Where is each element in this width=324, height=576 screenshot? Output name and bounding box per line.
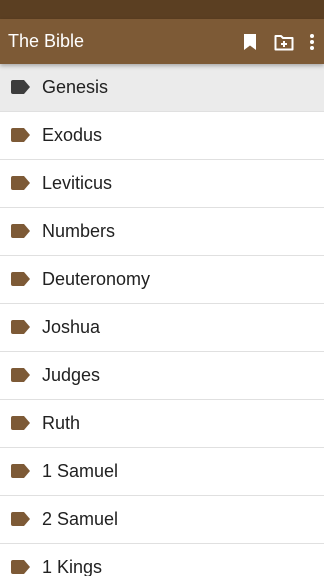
label-tag-icon	[11, 224, 31, 238]
book-list-item[interactable]: Numbers	[0, 208, 324, 256]
label-tag-icon	[11, 80, 31, 94]
book-label: Numbers	[42, 221, 116, 241]
add-note-icon	[274, 33, 294, 51]
book-label: Leviticus	[42, 173, 113, 193]
book-label: 1 Kings	[42, 557, 103, 576]
label-tag-icon	[11, 512, 31, 526]
book-list-item[interactable]: Ruth	[0, 400, 324, 448]
book-list: Genesis Exodus Leviticus Numbers Deuteronomy…	[0, 64, 324, 576]
book-list-item[interactable]: Joshua	[0, 304, 324, 352]
book-list-item[interactable]: 1 Samuel	[0, 448, 324, 496]
label-tag-icon	[11, 464, 31, 478]
book-list-item[interactable]: Leviticus	[0, 160, 324, 208]
book-label: 1 Samuel	[42, 461, 119, 481]
app-bar: The Bible	[0, 19, 324, 64]
bookmark-button[interactable]	[238, 30, 262, 54]
book-label: Genesis	[42, 77, 109, 97]
label-tag-icon	[11, 320, 31, 334]
label-tag-icon	[11, 176, 31, 190]
add-note-button[interactable]	[272, 30, 296, 54]
book-label: 2 Samuel	[42, 509, 119, 529]
book-label: Joshua	[42, 317, 101, 337]
app-title: The Bible	[8, 31, 85, 51]
status-bar	[0, 0, 324, 19]
book-label: Exodus	[42, 125, 103, 145]
book-list-item[interactable]: 2 Samuel	[0, 496, 324, 544]
book-label: Deuteronomy	[42, 269, 151, 289]
book-list-item[interactable]: Genesis	[0, 64, 324, 112]
book-label: Judges	[42, 365, 101, 385]
more-vert-icon	[309, 33, 315, 51]
label-tag-icon	[11, 368, 31, 382]
label-tag-icon	[11, 128, 31, 142]
bookmark-icon	[243, 33, 257, 51]
label-tag-icon	[11, 272, 31, 286]
more-options-button[interactable]	[302, 30, 322, 54]
book-list-item[interactable]: 1 Kings	[0, 544, 324, 576]
book-list-item[interactable]: Exodus	[0, 112, 324, 160]
book-list-item[interactable]: Judges	[0, 352, 324, 400]
label-tag-icon	[11, 560, 31, 574]
label-tag-icon	[11, 416, 31, 430]
book-list-item[interactable]: Deuteronomy	[0, 256, 324, 304]
book-label: Ruth	[42, 413, 81, 433]
